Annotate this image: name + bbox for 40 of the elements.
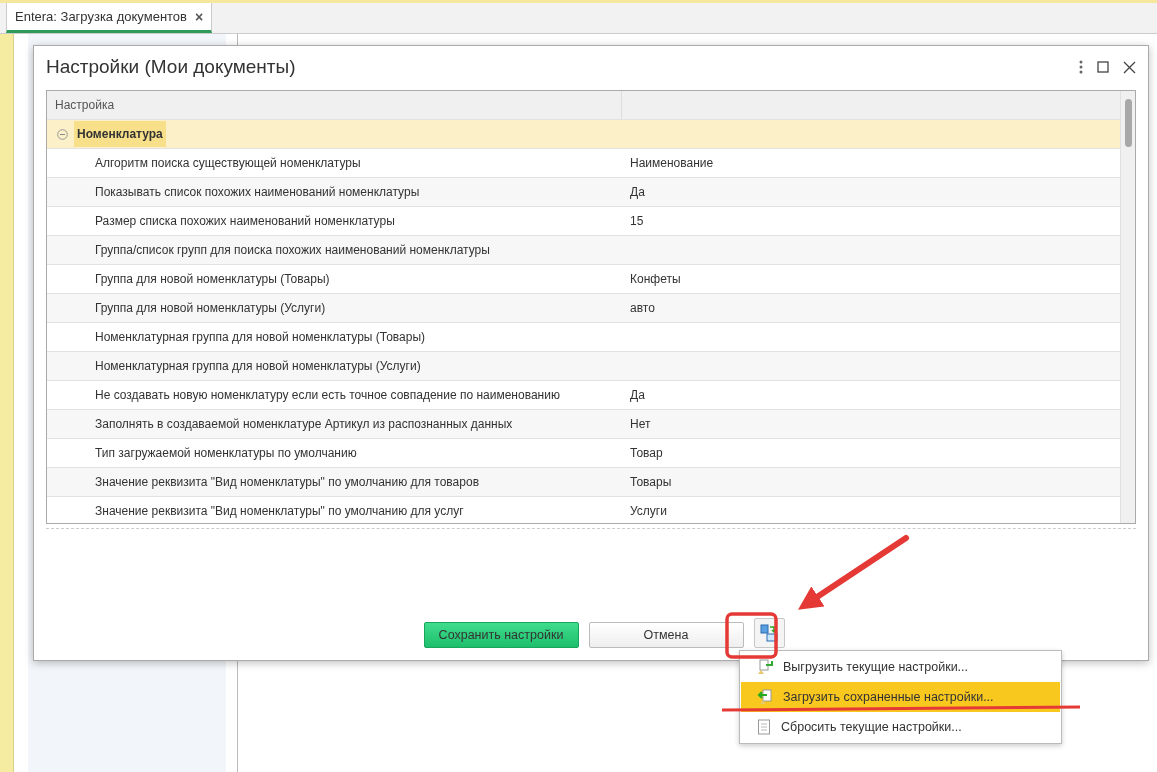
setting-name: Тип загружаемой номенклатуры по умолчанию [94,445,358,462]
close-icon[interactable] [1123,60,1136,74]
group-label[interactable]: Номенклатура [74,121,166,147]
save-button[interactable]: Сохранить настройки [423,622,579,648]
maximize-icon[interactable] [1097,61,1109,73]
setting-name: Алгоритм поиска существующей номенклатуры [94,155,362,172]
document-tab[interactable]: Entera: Загрузка документов × [6,3,213,33]
scrollbar[interactable] [1120,91,1135,523]
setting-name: Номенклатурная группа для новой номенклатуры (Услуги) [94,358,422,375]
highlight-frame [725,612,778,659]
setting-value[interactable]: 15 [622,207,1120,235]
setting-value[interactable]: Да [622,381,1120,409]
setting-name: Группа для новой номенклатуры (Товары) [94,271,331,288]
setting-name: Не создавать новую номенклатуру если есть точное совпадение по наименованию [94,387,561,404]
setting-value[interactable]: Товары [622,468,1120,496]
document-icon [757,719,771,735]
setting-value[interactable]: Конфеты [622,265,1120,293]
import-icon [757,689,773,705]
menu-item[interactable]: Сбросить текущие настройки... [741,712,1060,742]
setting-name: Группа для новой номенклатуры (Услуги) [94,300,327,317]
setting-value[interactable]: Нет [622,410,1120,438]
more-icon[interactable] [1079,60,1083,74]
collapse-icon[interactable] [57,128,68,140]
setting-name: Значение реквизита "Вид номенклатуры" по умолчанию для услуг [94,503,465,520]
setting-name: Значение реквизита "Вид номенклатуры" по умолчанию для товаров [94,474,480,491]
close-icon[interactable]: × [195,8,204,25]
setting-name: Размер списка похожих наименований номенклатуры [94,213,396,230]
setting-name: Заполнять в создаваемой номенклатуре Артикул из распознанных данных [94,416,514,433]
setting-value[interactable]: Да [622,178,1120,206]
setting-name: Номенклатурная группа для новой номенклатуры (Товары) [94,329,427,346]
dialog-title: Настройки (Мои документы) [46,56,297,78]
setting-value[interactable]: Наименование [622,149,1120,177]
setting-name: Группа/список групп для поиска похожих наименований номенклатуры [94,242,491,259]
setting-value[interactable]: авто [622,294,1120,322]
setting-name: Показывать список похожих наименований номенклатуры [94,184,421,201]
cancel-button[interactable]: Отмена [588,622,744,648]
setting-value[interactable]: Услуги [622,497,1120,523]
menu-item[interactable]: Выгрузить текущие настройки... [741,652,1060,682]
export-icon [757,659,773,675]
setting-value[interactable]: Товар [622,439,1120,467]
